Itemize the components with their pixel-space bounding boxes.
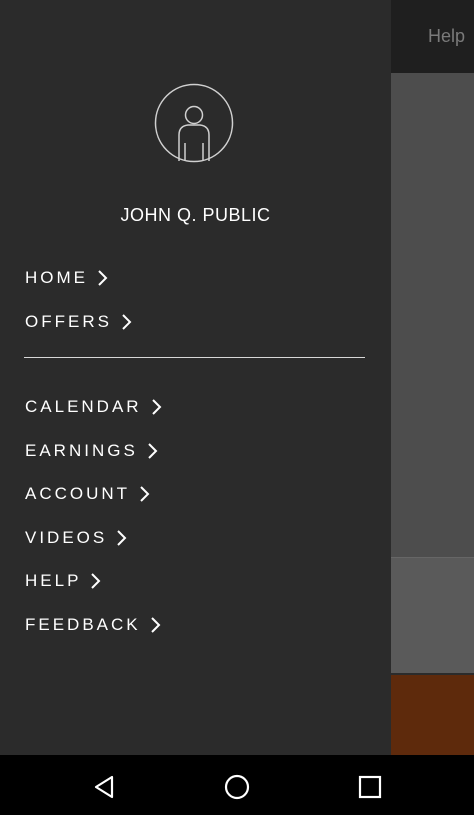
chevron-right-icon bbox=[122, 314, 132, 330]
back-icon[interactable] bbox=[90, 773, 118, 801]
system-nav-bar bbox=[0, 755, 474, 815]
menu-item-calendar[interactable]: CALENDAR bbox=[25, 395, 164, 419]
menu-item-earnings[interactable]: EARNINGS bbox=[25, 439, 160, 463]
menu-item-help[interactable]: HELP bbox=[25, 569, 103, 593]
menu-item-label: CALENDAR bbox=[25, 397, 142, 416]
menu-item-label: VIDEOS bbox=[25, 528, 108, 547]
menu-item-label: ACCOUNT bbox=[25, 484, 131, 503]
menu-item-label: FEEDBACK bbox=[25, 615, 141, 634]
menu-item-home[interactable]: HOME bbox=[25, 266, 110, 290]
menu-item-offers[interactable]: OFFERS bbox=[25, 310, 134, 334]
home-icon[interactable] bbox=[223, 773, 251, 801]
user-name: JOHN Q. PUBLIC bbox=[120, 205, 271, 225]
chevron-right-icon bbox=[140, 486, 150, 502]
menu-item-label: EARNINGS bbox=[25, 441, 138, 460]
menu-item-feedback[interactable]: FEEDBACK bbox=[25, 613, 163, 637]
menu-item-videos[interactable]: VIDEOS bbox=[25, 526, 129, 550]
chevron-right-icon bbox=[151, 399, 162, 415]
user-avatar-icon[interactable] bbox=[154, 83, 234, 163]
recents-icon[interactable] bbox=[356, 773, 384, 801]
chevron-right-icon bbox=[91, 573, 101, 589]
navigation-drawer: JOHN Q. PUBLIC HOME OFFERS CALENDAR EARN… bbox=[0, 0, 391, 755]
menu-item-label: HELP bbox=[25, 571, 82, 590]
menu-item-account[interactable]: ACCOUNT bbox=[25, 482, 152, 506]
menu-divider bbox=[24, 357, 365, 358]
chevron-right-icon bbox=[148, 443, 158, 459]
chevron-right-icon bbox=[98, 270, 108, 286]
chevron-right-icon bbox=[150, 617, 161, 633]
header-help-link[interactable]: Help bbox=[428, 26, 465, 47]
chevron-right-icon bbox=[117, 530, 127, 546]
menu-item-label: OFFERS bbox=[25, 312, 112, 331]
menu-item-label: HOME bbox=[25, 268, 88, 287]
